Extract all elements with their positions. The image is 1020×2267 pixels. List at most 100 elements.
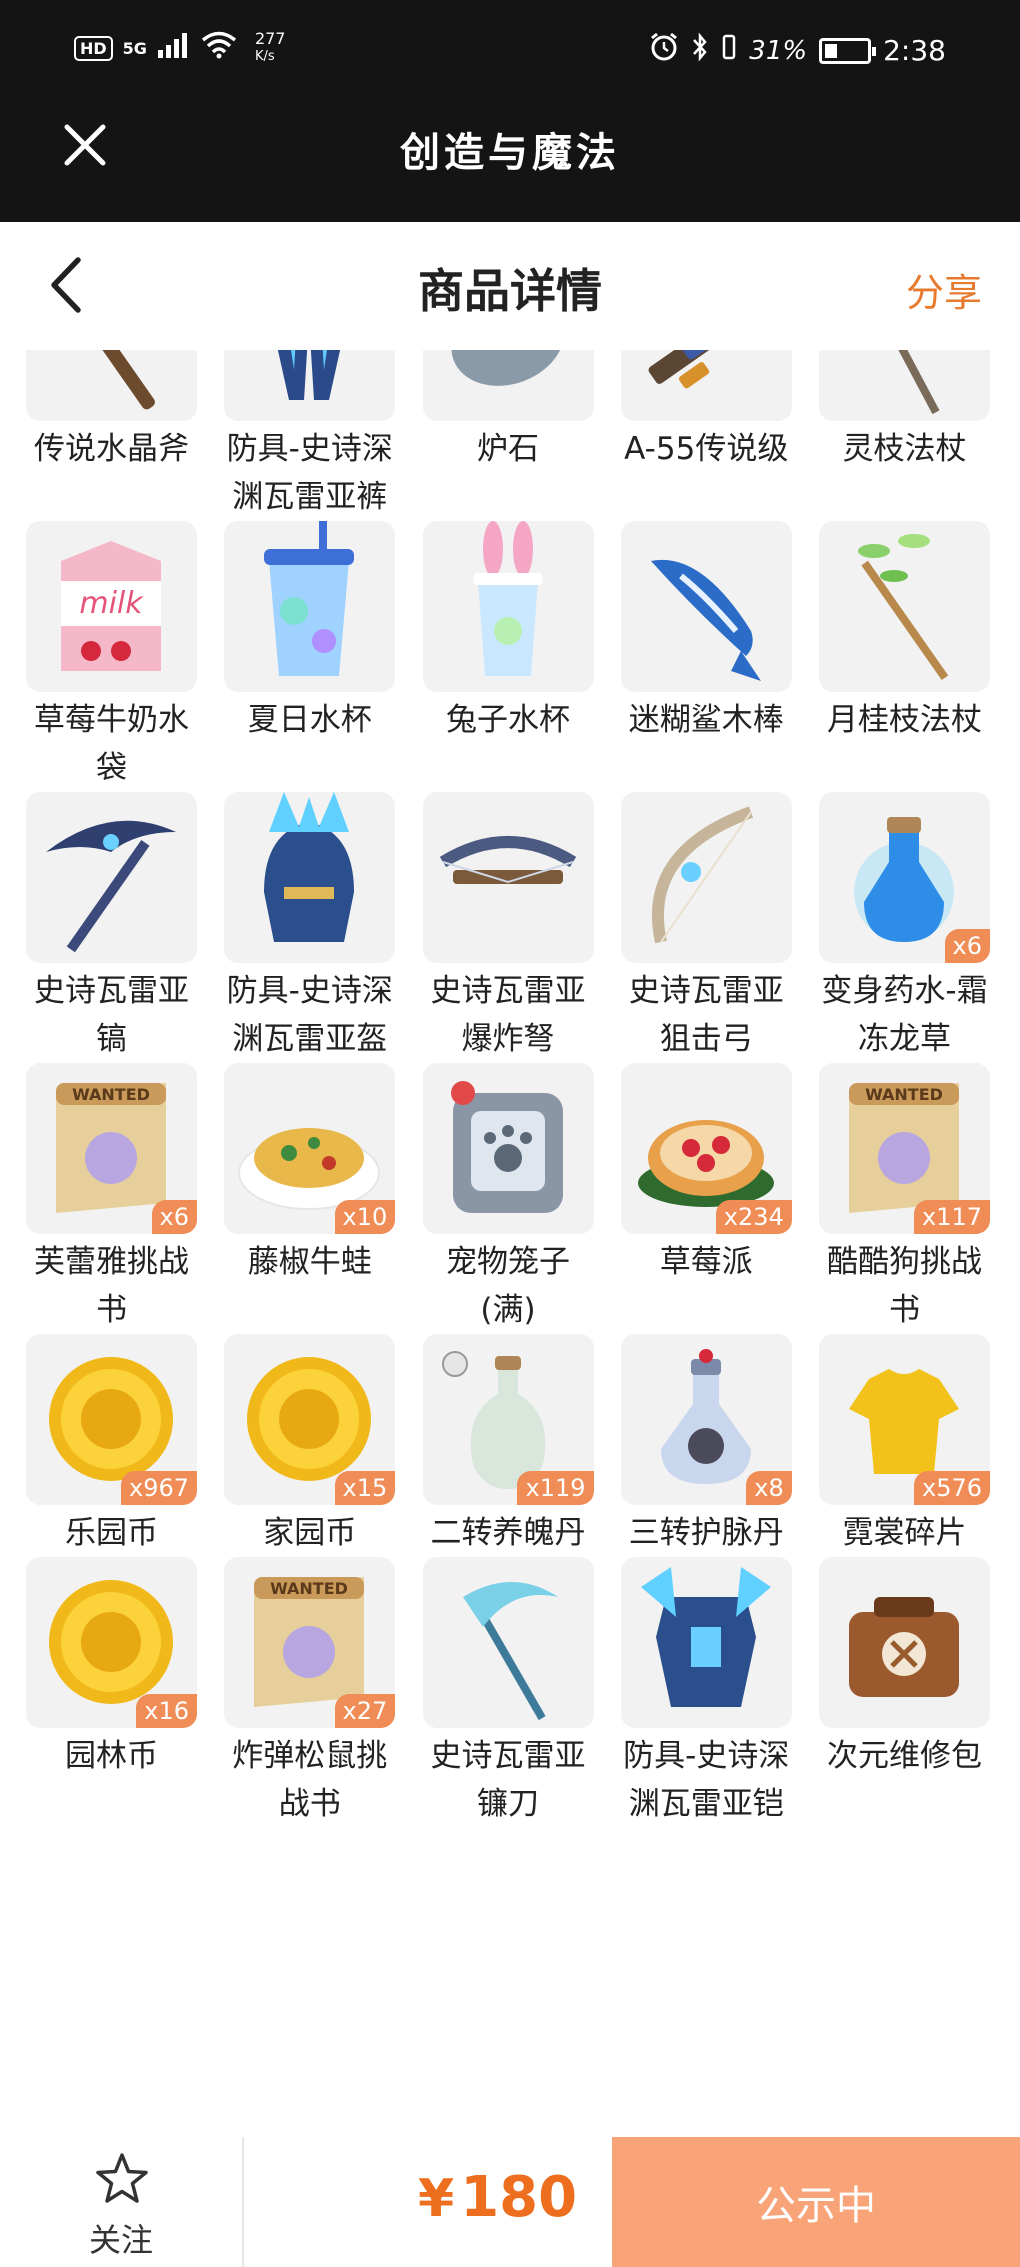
item-card[interactable]: WANTED x117 酷酷狗挑战书 [819, 1063, 990, 1334]
item-name: 家园币 [263, 1515, 357, 1551]
shark-club-icon [650, 559, 761, 681]
item-thumbnail: WANTED x117 [819, 1063, 990, 1234]
item-name: 宠物笼子(满) [446, 1244, 570, 1328]
item-card[interactable]: 传说水晶斧 [26, 350, 197, 521]
item-thumbnail [224, 521, 396, 692]
quantity-badge: x576 [913, 1471, 990, 1505]
item-card[interactable]: x119 二转养魄丹 [422, 1334, 594, 1557]
item-name: 变身药水-霜冻龙草 [821, 973, 988, 1057]
crossbow-icon [439, 836, 576, 884]
item-name: 草莓牛奶水袋 [34, 702, 189, 786]
item-thumbnail: WANTED x27 [224, 1557, 396, 1728]
item-name: 史诗瓦雷亚镰刀 [430, 1738, 586, 1822]
item-card[interactable]: 灵枝法杖 [819, 350, 990, 521]
item-thumbnail: WANTED x6 [26, 1063, 197, 1234]
speed-value: 277 [254, 29, 286, 48]
item-name: 防具-史诗深渊瓦雷亚裤 [226, 431, 393, 515]
item-thumbnail [26, 350, 197, 421]
item-name: 藤椒牛蛙 [247, 1244, 372, 1280]
item-name: 史诗瓦雷亚爆炸弩 [430, 973, 586, 1057]
share-button[interactable]: 分享 [906, 262, 982, 317]
item-card[interactable]: x234 草莓派 [620, 1063, 792, 1334]
item-name: 防具-史诗深渊瓦雷亚盔 [226, 973, 393, 1057]
quantity-badge: x234 [715, 1200, 792, 1234]
item-card[interactable]: x15 家园币 [224, 1334, 396, 1557]
item-card[interactable]: 防具-史诗深渊瓦雷亚铠 [620, 1557, 792, 1828]
svg-text:WANTED: WANTED [865, 1085, 943, 1104]
item-card[interactable]: x576 霓裳碎片 [819, 1334, 990, 1557]
item-name: 迷糊鲨木棒 [628, 702, 784, 738]
follow-button[interactable]: 关注 [0, 2137, 242, 2267]
item-card[interactable]: 防具-史诗深渊瓦雷亚裤 [224, 350, 396, 521]
item-card[interactable]: 防具-史诗深渊瓦雷亚盔 [224, 792, 396, 1063]
hearthstone-icon [450, 350, 565, 386]
item-card[interactable]: 史诗瓦雷亚镰刀 [422, 1557, 594, 1828]
item-grid: 传说水晶斧 防具-史诗深渊瓦雷亚裤 炉石 A-55传说级 灵枝法杖 milk 草莓牛奶水袋 夏… [26, 350, 998, 1828]
milk-carton-icon: milk [61, 541, 161, 671]
svg-text:WANTED: WANTED [270, 1579, 348, 1598]
item-thumbnail [422, 1557, 594, 1728]
item-card[interactable]: 夏日水杯 [224, 521, 396, 792]
quantity-badge: x967 [120, 1471, 197, 1505]
quantity-badge: x27 [334, 1694, 396, 1728]
quantity-badge: x6 [944, 929, 990, 963]
item-card[interactable]: 月桂枝法杖 [819, 521, 990, 792]
item-card[interactable]: 史诗瓦雷亚爆炸弩 [422, 792, 594, 1063]
item-card[interactable]: x10 藤椒牛蛙 [224, 1063, 396, 1334]
item-thumbnail [422, 792, 594, 963]
quantity-badge: x10 [334, 1200, 396, 1234]
item-card[interactable]: 史诗瓦雷亚狙击弓 [620, 792, 792, 1063]
item-name: 芙蕾雅挑战书 [34, 1244, 189, 1328]
item-name: 园林币 [65, 1738, 158, 1774]
item-thumbnail [620, 350, 792, 421]
quantity-badge: x15 [334, 1471, 396, 1505]
status-button[interactable]: 公示中 [612, 2137, 1020, 2267]
item-card[interactable]: 宠物笼子(满) [422, 1063, 594, 1334]
quantity-badge: x117 [913, 1200, 990, 1234]
item-thumbnail: x15 [224, 1334, 396, 1505]
chest-armor-icon [640, 1567, 771, 1707]
item-card[interactable]: 迷糊鲨木棒 [620, 521, 792, 792]
item-thumbnail: x6 [819, 792, 990, 963]
item-thumbnail: x967 [26, 1334, 197, 1505]
item-thumbnail [819, 1557, 990, 1728]
item-card[interactable]: x967 乐园币 [26, 1334, 197, 1557]
bow-icon [651, 806, 753, 944]
app-header: 创造与魔法 [0, 110, 1020, 222]
crystal-axe-icon [72, 350, 155, 410]
item-card[interactable]: 炉石 [422, 350, 594, 521]
bunny-cup-icon [472, 521, 543, 676]
price-value: 180 [460, 2165, 578, 2230]
item-card[interactable]: x8 三转护脉丹 [620, 1334, 792, 1557]
item-card[interactable]: x6 变身药水-霜冻龙草 [819, 792, 990, 1063]
item-card[interactable]: WANTED x6 芙蕾雅挑战书 [26, 1063, 197, 1334]
item-card[interactable]: x16 园林币 [26, 1557, 197, 1828]
item-thumbnail [422, 1063, 594, 1234]
item-list[interactable]: 传说水晶斧 防具-史诗深渊瓦雷亚裤 炉石 A-55传说级 灵枝法杖 milk 草莓牛奶水袋 夏… [0, 350, 1020, 2137]
helmet-icon [264, 792, 355, 942]
item-card[interactable]: A-55传说级 [620, 350, 792, 521]
item-card[interactable]: 史诗瓦雷亚镐 [26, 792, 197, 1063]
item-name: 炸弹松鼠挑战书 [232, 1738, 388, 1822]
item-name: 乐园币 [65, 1515, 158, 1551]
item-thumbnail [620, 1557, 792, 1728]
price: ¥180 [418, 2165, 577, 2230]
item-thumbnail [819, 350, 990, 421]
clock: 2:38 [883, 34, 946, 67]
svg-text:milk: milk [79, 586, 144, 621]
quantity-badge: x8 [746, 1471, 792, 1505]
vibrate-icon [721, 32, 737, 69]
item-card[interactable]: WANTED x27 炸弹松鼠挑战书 [224, 1557, 396, 1828]
item-name: 夏日水杯 [247, 702, 372, 738]
item-thumbnail: x8 [620, 1334, 792, 1505]
item-card[interactable]: 兔子水杯 [422, 521, 594, 792]
item-thumbnail: x119 [422, 1334, 594, 1505]
signal-icon [157, 32, 191, 64]
speed-unit: K/s [254, 49, 275, 64]
item-thumbnail [819, 521, 990, 692]
scythe-icon [462, 1582, 558, 1721]
pickaxe-icon [46, 820, 176, 953]
item-card[interactable]: milk 草莓牛奶水袋 [26, 521, 197, 792]
item-name: 霓裳碎片 [842, 1515, 967, 1551]
item-card[interactable]: 次元维修包 [819, 1557, 990, 1828]
